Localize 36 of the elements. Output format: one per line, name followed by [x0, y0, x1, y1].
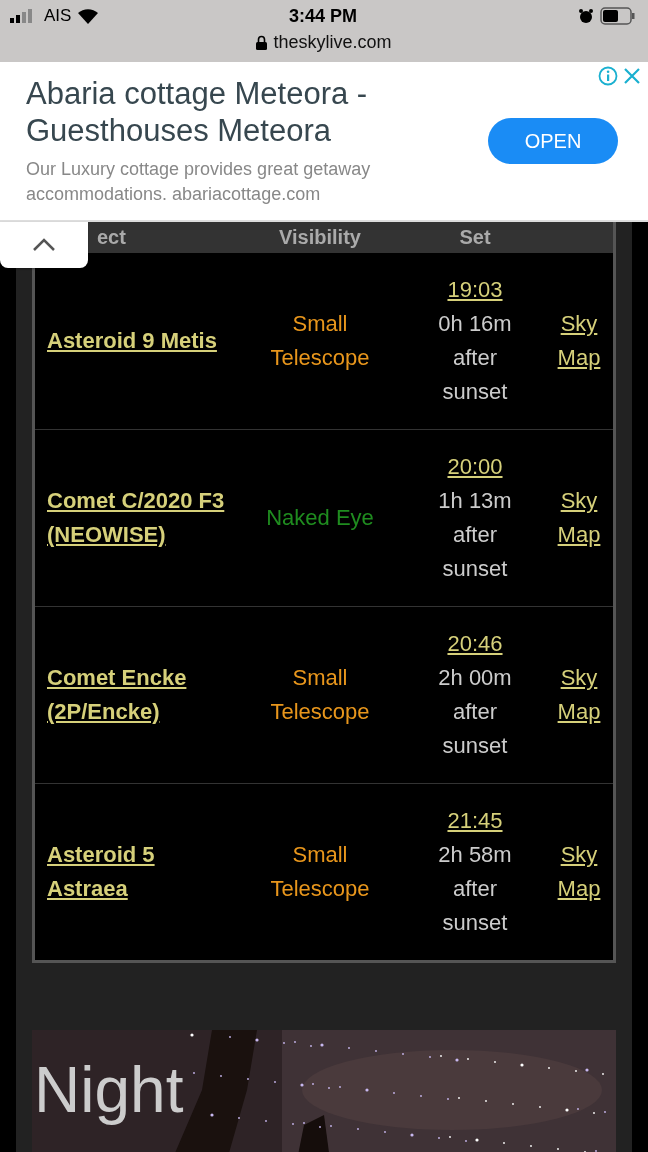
clock-time: 3:44 PM [289, 5, 357, 27]
set-note: 1h 13m after sunset [437, 487, 513, 583]
object-link[interactable]: Asteroid 9 Metis [35, 324, 235, 358]
object-link[interactable]: Comet C/2020 F3 (NEOWISE) [35, 484, 235, 552]
info-icon[interactable] [598, 66, 618, 86]
object-link[interactable]: Comet Encke (2P/Encke) [35, 661, 235, 729]
column-header: Visibility [279, 225, 361, 249]
object-link[interactable]: Asteroid 5 Astraea [35, 838, 235, 906]
carrier-name: AIS [44, 6, 72, 26]
ad-description: Our Luxury cottage provides great getaway accommodations. abariacottage.com [26, 158, 372, 207]
set-time-link[interactable]: 20:00 [447, 450, 503, 484]
set-note: 2h 00m after sunset [437, 664, 513, 760]
set-note: 2h 58m after sunset [437, 841, 513, 937]
sky-map-link[interactable]: Sky Map [545, 484, 613, 552]
column-header: Set [459, 225, 491, 249]
set-time-link[interactable]: 20:46 [447, 627, 503, 661]
caret-icon [32, 238, 56, 252]
visibility-label: Naked Eye [265, 504, 375, 532]
set-time-link[interactable]: 21:45 [447, 804, 503, 838]
ad-title[interactable]: Abaria cottage Meteora - Guesthouses Meteora [26, 74, 488, 149]
visibility-label: Small Telescope [269, 310, 371, 372]
alarm-icon [578, 8, 594, 24]
set-note: 0h 16m after sunset [437, 310, 513, 406]
visibility-label: Small Telescope [269, 664, 371, 726]
sky-map-link[interactable]: Sky Map [545, 661, 613, 729]
battery-icon [600, 7, 636, 25]
visibility-label: Small Telescope [269, 841, 371, 903]
sky-map-link[interactable]: Sky Map [545, 838, 613, 906]
address-url[interactable]: theskylive.com [273, 32, 392, 53]
lock-icon [256, 35, 268, 50]
column-header: ect [97, 225, 126, 249]
close-icon[interactable] [622, 66, 642, 86]
sky-map-link[interactable]: Sky Map [545, 307, 613, 375]
wifi-icon [77, 8, 100, 24]
set-time-link[interactable]: 19:03 [447, 273, 503, 307]
collapse-tab[interactable] [0, 222, 88, 268]
